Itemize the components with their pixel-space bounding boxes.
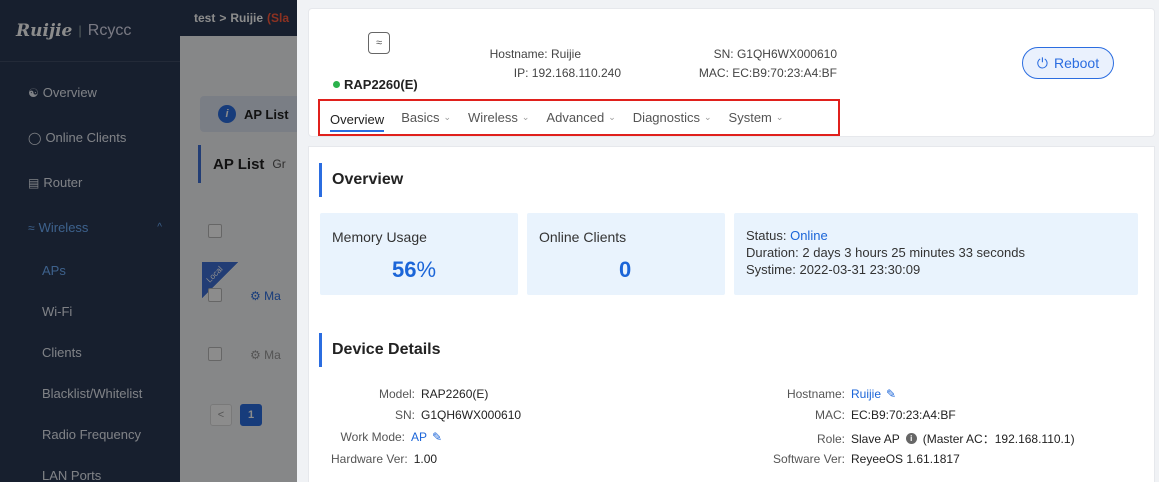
tab-wireless[interactable]: Wireless ⌄: [468, 101, 529, 134]
hostname-link[interactable]: Ruijie ✎: [851, 387, 896, 401]
systime-line: Systime: 2022-03-31 23:30:09: [746, 262, 921, 277]
edit-icon[interactable]: ✎: [886, 387, 896, 401]
chevron-down-icon: ⌄: [608, 112, 616, 122]
detail-sn: SN: G1QH6WX000610: [394, 408, 522, 422]
modal-overlay[interactable]: [0, 0, 297, 482]
overview-section-title: Overview: [319, 163, 403, 197]
online-clients-card: Online Clients 0: [527, 213, 725, 295]
online-clients-value: 0: [619, 257, 632, 282]
detail-hardware-ver: Hardware Ver: 1.00: [331, 452, 438, 466]
mac-info: MAC: EC:B9:70:23:A4:BF: [698, 66, 837, 80]
tab-basics[interactable]: Basics ⌄: [401, 101, 451, 134]
device-overview-panel: Overview Memory Usage 56% Online Clients…: [308, 146, 1155, 482]
status-card: Status: Online Duration: 2 days 3 hours …: [734, 213, 1138, 295]
detail-work-mode: Work Mode: AP ✎: [340, 430, 443, 444]
device-details-title: Device Details: [319, 333, 441, 367]
detail-role: Role: Slave AP i (Master AC：192.168.110.…: [816, 431, 1075, 447]
tab-system[interactable]: System ⌄: [729, 101, 784, 134]
detail-hostname: Hostname: Ruijie ✎: [786, 387, 897, 401]
reboot-button[interactable]: ⏻ Reboot: [1022, 47, 1114, 79]
detail-model: Model: RAP2260(E): [378, 387, 489, 401]
edit-icon[interactable]: ✎: [432, 430, 442, 444]
chevron-down-icon: ⌄: [775, 112, 784, 122]
chevron-down-icon: ⌄: [443, 112, 452, 122]
power-icon: ⏻: [1036, 54, 1048, 71]
tab-overview[interactable]: Overview: [330, 110, 385, 132]
device-tabs: Overview Basics ⌄ Wireless ⌄ Advanced ⌄ …: [318, 99, 840, 136]
ip-info: IP: 192.168.110.240: [513, 66, 621, 80]
chevron-down-icon: ⌄: [704, 112, 712, 122]
device-model: RAP2260(E): [333, 77, 418, 92]
duration-line: Duration: 2 days 3 hours 25 minutes 33 s…: [746, 245, 1025, 260]
tab-advanced[interactable]: Advanced ⌄: [546, 101, 615, 134]
detail-mac: MAC: EC:B9:70:23:A4:BF: [815, 408, 956, 422]
sn-info: SN: G1QH6WX000610: [713, 47, 837, 61]
work-mode-link[interactable]: AP ✎: [411, 430, 442, 444]
status-line: Status: Online: [746, 228, 828, 243]
hostname-info: Hostname: Ruijie: [489, 47, 581, 61]
chevron-down-icon: ⌄: [521, 112, 530, 122]
device-header: ≈ RAP2260(E) Hostname: Ruijie IP: 192.16…: [308, 8, 1155, 137]
online-status-dot: [333, 81, 340, 88]
wifi-icon: ≈: [368, 32, 390, 54]
memory-usage-card: Memory Usage 56%: [320, 213, 518, 295]
memory-usage-value: 56%: [392, 257, 437, 282]
tab-diagnostics[interactable]: Diagnostics ⌄: [633, 101, 712, 134]
detail-software-ver: Software Ver: ReyeeOS 1.61.1817: [772, 452, 960, 466]
info-icon[interactable]: i: [905, 433, 917, 444]
